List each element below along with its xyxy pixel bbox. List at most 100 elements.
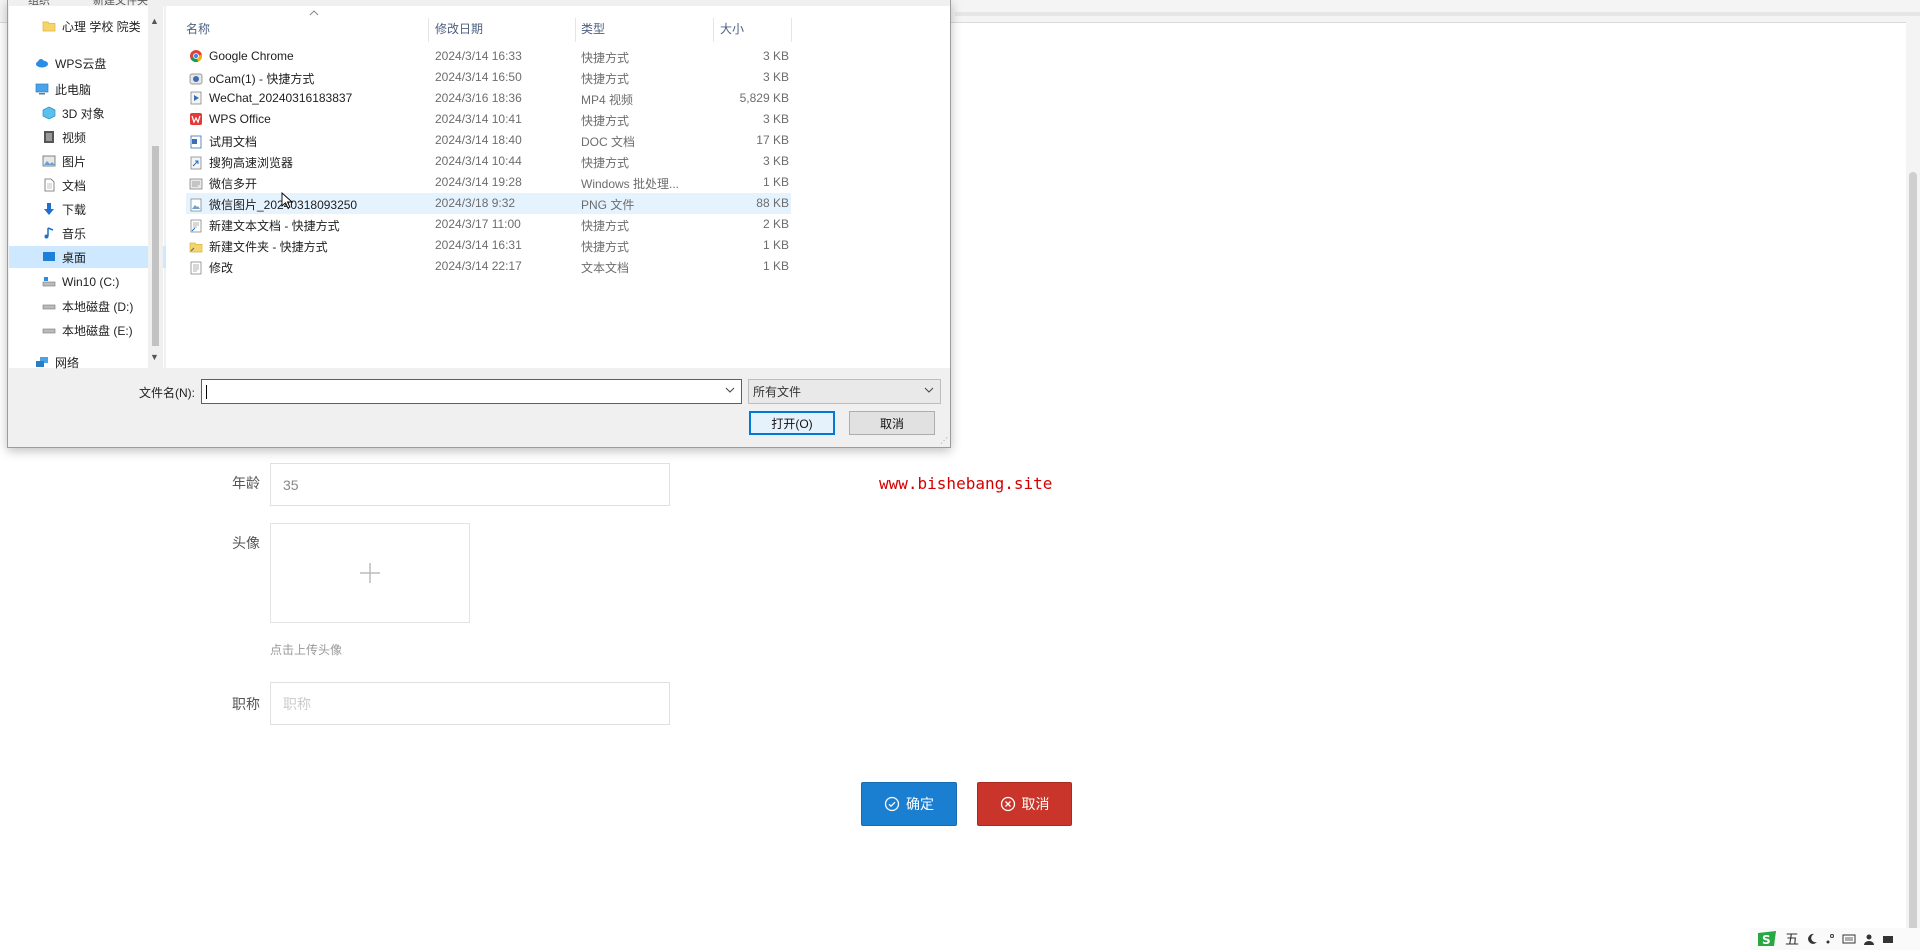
ime-mode-indicator[interactable]: 五 [1785,929,1799,949]
file-date: 2024/3/14 16:33 [435,49,522,63]
filename-input[interactable] [201,379,742,404]
file-date: 2024/3/14 19:28 [435,175,522,189]
close-circle-icon [1000,796,1015,812]
confirm-button-label: 确定 [906,796,934,812]
file-type-filter[interactable]: 所有文件 [748,379,941,404]
open-button[interactable]: 打开(O) [749,411,835,435]
title-input[interactable]: 职称 [270,682,670,725]
page-scrollbar-thumb[interactable] [1909,172,1917,942]
avatar-upload[interactable] [270,523,470,623]
folder-shortcut-icon [189,242,203,252]
chevron-down-icon[interactable] [725,385,735,395]
file-row-new-folder-shortcut[interactable]: 新建文件夹 - 快捷方式 2024/3/14 16:31 快捷方式 1 KB [186,235,791,256]
file-row-wechat-multi[interactable]: 微信多开 2024/3/14 19:28 Windows 批处理... 1 KB [186,172,791,193]
cancel-button-label: 取消 [1021,796,1050,812]
nav-item-label: 本地磁盘 (D:) [62,299,134,314]
file-size: 3 KB [762,49,789,63]
file-size: 1 KB [762,259,789,273]
file-type: PNG 文件 [581,198,635,212]
keyboard-icon[interactable] [1842,933,1856,945]
file-size: 3 KB [762,154,789,168]
navigation-pane: 心理 学校 院类 WPS云盘 此电脑 3D 对象 视频 图片 文档 下载 音乐 … [9,6,182,370]
desktop-icon [43,252,55,261]
file-row-wechat-image[interactable]: 微信图片_20240318093250 2024/3/18 9:32 PNG 文… [186,193,791,214]
nav-item-label: Win10 (C:) [62,275,120,289]
text-shortcut-icon [190,219,202,232]
sort-up-icon [309,10,319,16]
scroll-up-icon[interactable]: ▲ [150,16,159,26]
column-divider[interactable] [713,18,714,42]
file-size: 3 KB [762,112,789,126]
file-type: 快捷方式 [581,219,630,233]
cloud-icon [36,59,48,68]
scroll-down-icon[interactable]: ▼ [150,352,159,362]
picture-icon [42,155,56,167]
filename-label: 文件名(N): [139,386,195,400]
page-scrollbar[interactable] [1906,22,1920,950]
download-icon [44,203,54,215]
file-row-modify[interactable]: 修改 2024/3/14 22:17 文本文档 1 KB [186,256,791,277]
file-date: 2024/3/14 16:50 [435,70,522,84]
chrome-icon [190,50,203,62]
moon-icon[interactable] [1806,933,1818,945]
computer-icon [35,83,49,95]
text-file-icon [190,261,202,274]
column-divider[interactable] [575,18,576,42]
cancel-button[interactable]: 取消 [977,782,1072,826]
nav-scrollbar-thumb[interactable] [152,146,159,346]
file-date: 2024/3/14 10:41 [435,112,522,126]
file-size: 3 KB [762,70,789,84]
file-row-sogou-browser[interactable]: 搜狗高速浏览器 2024/3/14 10:44 快捷方式 3 KB [186,151,791,172]
punctuation-icon[interactable] [1825,933,1835,945]
column-header-type[interactable]: 类型 [581,20,605,37]
file-name: 微信多开 [209,177,258,191]
nav-pane-scrollbar[interactable]: ▲ ▼ [148,6,163,368]
watermark-text: www.bishebang.site [879,474,1053,493]
video-file-icon [190,91,202,105]
file-type: 文本文档 [581,261,630,275]
nav-item-label: 心理 学校 院类 [62,19,141,34]
column-divider[interactable] [428,18,429,42]
mouse-cursor-icon [281,192,293,209]
text-caret [206,384,207,399]
file-name: WeChat_20240316183837 [209,91,353,105]
file-row-wps-office[interactable]: WPS Office 2024/3/14 10:41 快捷方式 3 KB [186,109,791,130]
image-file-icon [190,198,202,211]
file-size: 1 KB [762,175,789,189]
file-row-new-text-shortcut[interactable]: 新建文本文档 - 快捷方式 2024/3/17 11:00 快捷方式 2 KB [186,214,791,235]
file-row-wechat-video[interactable]: WeChat_20240316183837 2024/3/16 18:36 MP… [186,88,791,109]
user-icon[interactable] [1863,933,1875,945]
file-name: 修改 [209,261,234,275]
resize-grip-icon[interactable]: ⋰ [940,436,948,445]
nav-item-label: 本地磁盘 (E:) [62,323,133,338]
file-date: 2024/3/14 18:40 [435,133,522,147]
file-row-trial-doc[interactable]: 试用文档 2024/3/14 18:40 DOC 文档 17 KB [186,130,791,151]
column-header-size[interactable]: 大小 [720,20,744,37]
ime-tray: S 五 [1750,928,1920,950]
music-icon [44,227,54,239]
file-type: 快捷方式 [581,156,630,170]
column-header-name[interactable]: 名称 [186,20,210,37]
age-label: 年龄 [232,475,260,491]
file-open-dialog: 组织 新建文件夹 心理 学校 院类 WPS云盘 此电脑 3D 对象 视频 图片 [7,0,951,448]
file-name: WPS Office [209,112,271,126]
dialog-cancel-button[interactable]: 取消 [849,411,935,435]
nav-item-label: 桌面 [62,250,87,265]
file-row-google-chrome[interactable]: Google Chrome 2024/3/14 16:33 快捷方式 3 KB [186,46,791,67]
column-divider[interactable] [791,18,792,42]
file-name: Google Chrome [209,49,294,63]
settings-icon[interactable] [1882,933,1894,945]
avatar-label: 头像 [232,535,260,551]
nav-item-label: 视频 [62,130,87,145]
file-row-ocam[interactable]: oCam(1) - 快捷方式 2024/3/14 16:50 快捷方式 3 KB [186,67,791,88]
system-drive-icon [42,277,56,287]
chevron-down-icon[interactable] [924,385,934,395]
file-size: 88 KB [756,196,789,210]
column-header-date[interactable]: 修改日期 [435,20,483,37]
confirm-button[interactable]: 确定 [861,782,957,826]
sogou-logo-icon[interactable]: S [1756,930,1778,948]
file-type: 快捷方式 [581,51,630,65]
file-name: 新建文本文档 - 快捷方式 [209,219,340,233]
file-date: 2024/3/17 11:00 [435,217,521,231]
age-input[interactable]: 35 [270,463,670,506]
